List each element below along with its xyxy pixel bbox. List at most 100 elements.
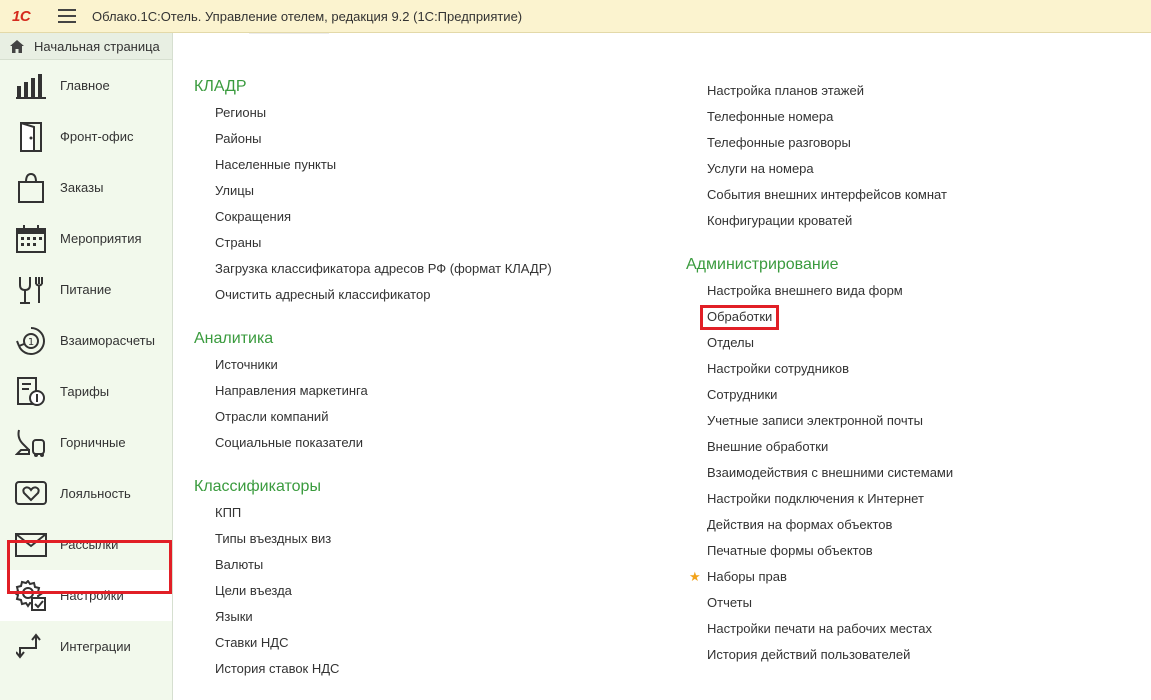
nav-link[interactable]: Настройки печати на рабочих местах — [686, 616, 1136, 642]
nav-link[interactable]: Учетные записи электронной почты — [686, 408, 1136, 434]
section-title: КЛАДР — [194, 78, 247, 95]
sidebar-item-label: Горничные — [60, 435, 126, 450]
nav-link[interactable]: История ставок НДС — [194, 656, 664, 682]
link-label: КПП — [215, 505, 242, 520]
link-label: Источники — [215, 357, 278, 372]
nav-link[interactable]: Настройка внешнего вида форм — [686, 278, 1136, 304]
link-label: Настройки подключения к Интернет — [707, 491, 924, 506]
nav-link[interactable]: Отрасли компаний — [194, 404, 664, 430]
link-label: Загрузка классификатора адресов РФ (форм… — [215, 261, 552, 276]
section-title: Классификаторы — [194, 478, 321, 495]
link-label: История ставок НДС — [215, 661, 340, 676]
sidebar-item-gear[interactable]: Настройки — [0, 570, 172, 621]
link-label: Сотрудники — [707, 387, 778, 402]
vacuum-icon — [14, 426, 48, 460]
nav-link[interactable]: Действия на формах объектов — [686, 512, 1136, 538]
right-column: Настройка планов этажей Телефонные номера… — [686, 34, 1136, 668]
home-icon — [10, 39, 24, 53]
link-label: История действий пользователей — [707, 647, 911, 662]
sidebar-home[interactable]: Начальная страница — [0, 33, 172, 60]
nav-link[interactable]: Регионы — [194, 100, 664, 126]
svg-text:1: 1 — [28, 337, 34, 348]
nav-link[interactable]: Населенные пункты — [194, 152, 664, 178]
nav-link[interactable]: История действий пользователей — [686, 642, 1136, 668]
nav-link[interactable]: Очистить адресный классификатор — [194, 282, 664, 308]
nav-link[interactable]: Настройки подключения к Интернет — [686, 486, 1136, 512]
nav-link[interactable]: Сокращения — [194, 204, 664, 230]
link-label: Отделы — [707, 335, 754, 350]
nav-link[interactable]: Сотрудники — [686, 382, 1136, 408]
main-content: КЛАДР Регионы Районы Населенные пункты Улицы… — [174, 34, 1151, 700]
nav-link[interactable]: Отделы — [686, 330, 1136, 356]
sidebar-item-label: Фронт-офис — [60, 129, 134, 144]
nav-link[interactable]: Типы въездных виз — [194, 526, 664, 552]
bar-chart-icon — [14, 69, 48, 103]
nav-link[interactable]: ★ Наборы прав — [686, 564, 1136, 590]
link-label: Отчеты — [707, 595, 752, 610]
sidebar-item-label: Мероприятия — [60, 231, 142, 246]
link-label: Страны — [215, 235, 262, 250]
sidebar-item-heart-card[interactable]: Лояльность — [0, 468, 172, 519]
link-label: Улицы — [215, 183, 255, 198]
processing-link[interactable]: Обработки — [686, 304, 1136, 330]
sidebar-item-label: Настройки — [60, 588, 124, 603]
nav-link[interactable]: Телефонные разговоры — [686, 130, 1136, 156]
section-title: Администрирование — [686, 256, 839, 273]
nav-link[interactable]: Настройки сотрудников — [686, 356, 1136, 382]
nav-link[interactable]: Настройка планов этажей — [686, 78, 1136, 104]
sidebar-item-price-list[interactable]: Тарифы — [0, 366, 172, 417]
sidebar-item-vacuum[interactable]: Горничные — [0, 417, 172, 468]
link-label: Наборы прав — [707, 569, 787, 584]
sidebar-item-coin-cycle[interactable]: 1 Взаиморасчеты — [0, 315, 172, 366]
nav-link[interactable]: Цели въезда — [194, 578, 664, 604]
nav-link[interactable]: Страны — [194, 230, 664, 256]
nav-link[interactable]: Взаимодействия с внешними системами — [686, 460, 1136, 486]
nav-link[interactable]: Направления маркетинга — [194, 378, 664, 404]
nav-link[interactable]: Источники — [194, 352, 664, 378]
link-label: Направления маркетинга — [215, 383, 368, 398]
nav-link[interactable]: События внешних интерфейсов комнат — [686, 182, 1136, 208]
nav-link[interactable]: Отчеты — [686, 590, 1136, 616]
nav-link[interactable]: Языки — [194, 604, 664, 630]
nav-link[interactable]: Внешние обработки — [686, 434, 1136, 460]
link-label: Настройка планов этажей — [707, 83, 864, 98]
nav-link[interactable]: Ставки НДС — [194, 630, 664, 656]
link-label: Взаимодействия с внешними системами — [707, 465, 954, 480]
sidebar-item-shopping-bag[interactable]: Заказы — [0, 162, 172, 213]
sidebar-item-calendar[interactable]: Мероприятия — [0, 213, 172, 264]
link-label: Конфигурации кроватей — [707, 213, 853, 228]
link-label: Населенные пункты — [215, 157, 337, 172]
nav-link[interactable]: Телефонные номера — [686, 104, 1136, 130]
nav-link[interactable]: Печатные формы объектов — [686, 538, 1136, 564]
coin-cycle-icon: 1 — [14, 324, 48, 358]
favorite-star-icon[interactable]: ★ — [689, 564, 701, 590]
sidebar-item-bar-chart[interactable]: Главное — [0, 60, 172, 111]
sidebar-item-door[interactable]: Фронт-офис — [0, 111, 172, 162]
sidebar-item-glass-fork[interactable]: Питание — [0, 264, 172, 315]
link-label: Отрасли компаний — [215, 409, 329, 424]
sidebar: Начальная страница Главное Фронт-офис Зака… — [0, 33, 173, 700]
menu-icon[interactable] — [58, 9, 76, 23]
link-label: Районы — [215, 131, 262, 146]
nav-link[interactable]: КПП — [194, 500, 664, 526]
nav-link[interactable]: Валюты — [194, 552, 664, 578]
nav-link[interactable]: Конфигурации кроватей — [686, 208, 1136, 234]
sidebar-item-arrows[interactable]: Интеграции — [0, 621, 172, 672]
sidebar-item-envelope[interactable]: Рассылки — [0, 519, 172, 570]
nav-link[interactable]: Загрузка классификатора адресов РФ (форм… — [194, 256, 664, 282]
sidebar-item-label: Питание — [60, 282, 112, 297]
heart-card-icon — [14, 477, 48, 511]
sidebar-item-label: Взаиморасчеты — [60, 333, 155, 348]
nav-link[interactable]: Услуги на номера — [686, 156, 1136, 182]
calendar-icon — [14, 222, 48, 256]
1c-logo: 1С — [12, 7, 31, 25]
nav-link[interactable]: Районы — [194, 126, 664, 152]
nav-link[interactable]: Улицы — [194, 178, 664, 204]
link-label: Учетные записи электронной почты — [707, 413, 923, 428]
link-label: События внешних интерфейсов комнат — [707, 187, 947, 202]
link-label: Цели въезда — [215, 583, 292, 598]
nav-link[interactable]: Социальные показатели — [194, 430, 664, 456]
link-label: Регионы — [215, 105, 267, 120]
link-label: Языки — [215, 609, 253, 624]
